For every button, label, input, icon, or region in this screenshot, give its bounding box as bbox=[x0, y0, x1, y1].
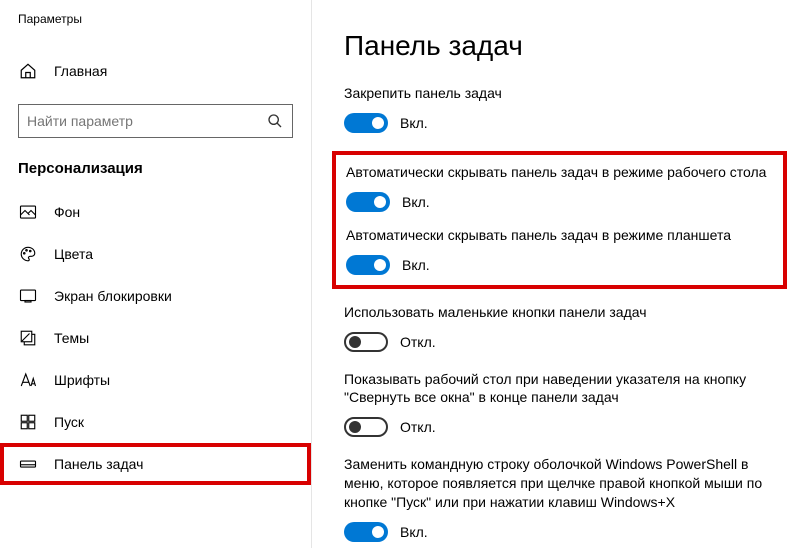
toggle-autohide-tablet[interactable] bbox=[346, 255, 390, 275]
setting-powershell: Заменить командную строку оболочкой Wind… bbox=[344, 455, 783, 542]
setting-lock-taskbar: Закрепить панель задач Вкл. bbox=[344, 84, 783, 133]
search-box[interactable] bbox=[18, 104, 293, 138]
sidebar-item-lockscreen[interactable]: Экран блокировки bbox=[0, 275, 311, 317]
content-pane: Панель задач Закрепить панель задач Вкл.… bbox=[312, 0, 811, 548]
sidebar-item-colors[interactable]: Цвета bbox=[0, 233, 311, 275]
image-icon bbox=[18, 203, 38, 221]
taskbar-icon bbox=[18, 455, 38, 473]
home-icon bbox=[18, 62, 38, 80]
page-title: Панель задач bbox=[344, 30, 783, 62]
toggle-small-buttons[interactable] bbox=[344, 332, 388, 352]
toggle-state-label: Откл. bbox=[400, 419, 436, 435]
sidebar-item-label: Экран блокировки bbox=[54, 288, 172, 304]
setting-description: Использовать маленькие кнопки панели зад… bbox=[344, 303, 783, 322]
setting-autohide-tablet: Автоматически скрывать панель задач в ре… bbox=[346, 226, 773, 275]
setting-description: Автоматически скрывать панель задач в ре… bbox=[346, 163, 773, 182]
setting-description: Закрепить панель задач bbox=[344, 84, 783, 103]
sidebar-item-fonts[interactable]: Шрифты bbox=[0, 359, 311, 401]
toggle-peek-desktop[interactable] bbox=[344, 417, 388, 437]
sidebar-item-background[interactable]: Фон bbox=[0, 191, 311, 233]
toggle-state-label: Вкл. bbox=[400, 115, 428, 131]
setting-peek-desktop: Показывать рабочий стол при наведении ук… bbox=[344, 370, 783, 438]
sidebar-item-label: Фон bbox=[54, 204, 80, 220]
sidebar-item-start[interactable]: Пуск bbox=[0, 401, 311, 443]
sidebar-item-themes[interactable]: Темы bbox=[0, 317, 311, 359]
sidebar-item-label: Темы bbox=[54, 330, 89, 346]
section-title: Персонализация bbox=[0, 152, 311, 191]
toggle-state-label: Вкл. bbox=[400, 524, 428, 540]
setting-autohide-desktop: Автоматически скрывать панель задач в ре… bbox=[346, 163, 773, 212]
setting-description: Показывать рабочий стол при наведении ук… bbox=[344, 370, 783, 408]
toggle-state-label: Вкл. bbox=[402, 257, 430, 273]
setting-description: Заменить командную строку оболочкой Wind… bbox=[344, 455, 783, 512]
toggle-autohide-desktop[interactable] bbox=[346, 192, 390, 212]
sidebar-item-label: Цвета bbox=[54, 246, 93, 262]
setting-description: Автоматически скрывать панель задач в ре… bbox=[346, 226, 773, 245]
toggle-powershell[interactable] bbox=[344, 522, 388, 542]
toggle-state-label: Вкл. bbox=[402, 194, 430, 210]
home-label: Главная bbox=[54, 63, 107, 79]
search-input[interactable] bbox=[27, 113, 266, 129]
sidebar-item-taskbar[interactable]: Панель задач bbox=[0, 443, 311, 485]
palette-icon bbox=[18, 245, 38, 263]
app-title: Параметры bbox=[0, 0, 311, 32]
sidebar-item-label: Шрифты bbox=[54, 372, 110, 388]
themes-icon bbox=[18, 329, 38, 347]
setting-small-buttons: Использовать маленькие кнопки панели зад… bbox=[344, 303, 783, 352]
lock-screen-icon bbox=[18, 287, 38, 305]
sidebar: Параметры Главная Персонализация Фон Цве… bbox=[0, 0, 312, 548]
toggle-state-label: Откл. bbox=[400, 334, 436, 350]
sidebar-item-label: Пуск bbox=[54, 414, 84, 430]
highlighted-group: Автоматически скрывать панель задач в ре… bbox=[332, 151, 787, 289]
fonts-icon bbox=[18, 371, 38, 389]
search-icon bbox=[266, 113, 284, 129]
start-icon bbox=[18, 413, 38, 431]
home-button[interactable]: Главная bbox=[0, 52, 311, 90]
toggle-lock-taskbar[interactable] bbox=[344, 113, 388, 133]
sidebar-item-label: Панель задач bbox=[54, 456, 143, 472]
